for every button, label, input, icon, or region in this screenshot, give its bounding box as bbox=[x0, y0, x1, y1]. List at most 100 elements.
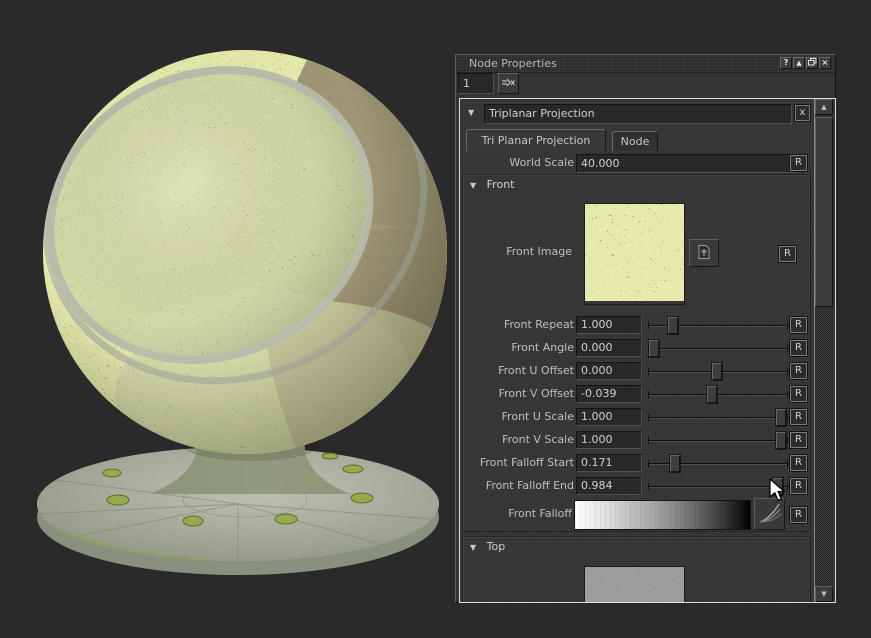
front-falloff-start-input[interactable]: 0.171 bbox=[576, 454, 642, 472]
front-repeat-slider-handle[interactable] bbox=[668, 317, 678, 334]
front-angle-reset-button[interactable]: R bbox=[790, 340, 807, 356]
grass-texture bbox=[585, 204, 684, 301]
tab-tri-planar-projection[interactable]: Tri Planar Projection bbox=[466, 129, 606, 151]
front-falloff-end-slider[interactable] bbox=[648, 476, 788, 497]
front-falloff-end-row: Front Falloff End 0.984 R bbox=[462, 476, 811, 498]
front-u-scale-reset-button[interactable]: R bbox=[790, 409, 807, 425]
front-angle-slider[interactable] bbox=[648, 338, 788, 359]
front-u-offset-reset-button[interactable]: R bbox=[790, 363, 807, 379]
front-repeat-reset-button[interactable]: R bbox=[790, 317, 807, 333]
front-v-offset-row: Front V Offset -0.039 R bbox=[462, 384, 811, 406]
world-scale-label: World Scale bbox=[462, 156, 574, 169]
detach-button[interactable] bbox=[498, 73, 519, 94]
window-titlebar[interactable]: Node Properties ? ▲ × bbox=[456, 55, 835, 73]
front-image-label: Front Image bbox=[460, 245, 572, 258]
window-controls: ? ▲ × bbox=[780, 57, 831, 69]
front-angle-slider-handle[interactable] bbox=[649, 340, 659, 357]
front-angle-input[interactable]: 0.000 bbox=[576, 339, 642, 357]
app-viewport: Node Properties ? ▲ × 1 bbox=[0, 0, 871, 638]
preview-count-input[interactable]: 1 bbox=[458, 73, 494, 94]
front-v-scale-row: Front V Scale 1.000 R bbox=[462, 430, 811, 452]
front-v-scale-slider-handle[interactable] bbox=[776, 432, 786, 449]
node-properties-window: Node Properties ? ▲ × 1 bbox=[455, 54, 836, 603]
restore-windows-icon bbox=[808, 58, 817, 66]
window-title: Node Properties bbox=[469, 57, 557, 70]
front-image-reset-button[interactable]: R bbox=[779, 246, 796, 262]
front-repeat-input[interactable]: 1.000 bbox=[576, 316, 642, 334]
front-repeat-row: Front Repeat 1.000 R bbox=[462, 315, 811, 337]
front-v-offset-reset-button[interactable]: R bbox=[790, 386, 807, 402]
curve-edit-icon bbox=[758, 501, 782, 525]
stone-texture bbox=[585, 567, 684, 602]
front-falloff-end-reset-button[interactable]: R bbox=[790, 478, 807, 494]
front-u-offset-input[interactable]: 0.000 bbox=[576, 362, 642, 380]
front-falloff-end-input[interactable]: 0.984 bbox=[576, 477, 642, 495]
world-scale-row: World Scale 40.000 R bbox=[462, 153, 811, 174]
front-u-scale-label: Front U Scale bbox=[462, 410, 574, 423]
front-falloff-gradient[interactable] bbox=[574, 500, 751, 530]
front-v-offset-slider-handle[interactable] bbox=[707, 386, 717, 403]
world-scale-reset-button[interactable]: R bbox=[790, 155, 807, 171]
scrollbar-thumb[interactable] bbox=[815, 117, 833, 307]
panel-tabs: Tri Planar Projection Node bbox=[466, 129, 658, 151]
load-image-icon bbox=[696, 244, 712, 260]
node-panel: ▼ Triplanar Projection x Tri Planar Proj… bbox=[460, 99, 814, 602]
front-v-offset-slider[interactable] bbox=[648, 384, 788, 405]
scroll-down-button[interactable]: ▼ bbox=[815, 586, 833, 602]
front-u-offset-row: Front U Offset 0.000 R bbox=[462, 361, 811, 383]
load-image-button[interactable] bbox=[689, 239, 719, 267]
front-u-scale-row: Front U Scale 1.000 R bbox=[462, 407, 811, 429]
mouse-cursor bbox=[769, 478, 789, 504]
tab-node[interactable]: Node bbox=[612, 131, 658, 151]
collapse-front-icon[interactable]: ▼ bbox=[470, 181, 476, 190]
remove-node-button[interactable]: x bbox=[795, 105, 810, 121]
arrow-x-icon bbox=[502, 78, 515, 88]
top-image-thumbnail[interactable] bbox=[584, 566, 685, 602]
front-falloff-start-reset-button[interactable]: R bbox=[790, 455, 807, 471]
front-falloff-label: Front Falloff bbox=[460, 507, 572, 520]
front-u-scale-slider[interactable] bbox=[648, 407, 788, 428]
node-title: Triplanar Projection bbox=[489, 107, 595, 120]
front-u-offset-slider-handle[interactable] bbox=[712, 363, 722, 380]
top-section-title: Top bbox=[487, 540, 506, 553]
front-falloff-end-label: Front Falloff End bbox=[462, 479, 574, 492]
front-section-title: Front bbox=[487, 178, 515, 191]
restore-button[interactable] bbox=[806, 57, 818, 69]
rollup-button[interactable]: ▲ bbox=[793, 57, 805, 69]
front-falloff-start-row: Front Falloff Start 0.171 R bbox=[462, 453, 811, 475]
front-u-offset-slider[interactable] bbox=[648, 361, 788, 382]
node-properties-pane: ▼ Triplanar Projection x Tri Planar Proj… bbox=[459, 98, 836, 603]
front-image-thumbnail[interactable] bbox=[584, 203, 685, 305]
world-scale-input[interactable]: 40.000 bbox=[576, 154, 797, 173]
close-window-button[interactable]: × bbox=[819, 57, 831, 69]
vertical-scrollbar[interactable]: ▲ ▼ bbox=[814, 99, 833, 602]
front-v-scale-slider[interactable] bbox=[648, 430, 788, 451]
front-angle-label: Front Angle bbox=[462, 341, 574, 354]
front-v-scale-reset-button[interactable]: R bbox=[790, 432, 807, 448]
front-angle-row: Front Angle 0.000 R bbox=[462, 338, 811, 360]
front-v-offset-input[interactable]: -0.039 bbox=[576, 385, 642, 403]
help-button[interactable]: ? bbox=[780, 57, 792, 69]
preview-count-value: 1 bbox=[463, 77, 470, 90]
collapse-top-icon[interactable]: ▼ bbox=[470, 543, 476, 552]
top-section-header[interactable]: ▼ Top bbox=[470, 540, 505, 553]
material-preview-sphere bbox=[0, 0, 455, 638]
node-header: ▼ Triplanar Projection x bbox=[462, 104, 811, 125]
scroll-up-button[interactable]: ▲ bbox=[815, 99, 833, 115]
front-falloff-start-slider[interactable] bbox=[648, 453, 788, 474]
front-v-scale-label: Front V Scale bbox=[462, 433, 574, 446]
front-falloff-start-label: Front Falloff Start bbox=[462, 456, 574, 469]
world-scale-value: 40.000 bbox=[581, 157, 620, 170]
front-falloff-reset-button[interactable]: R bbox=[790, 507, 807, 523]
front-u-offset-label: Front U Offset bbox=[462, 364, 574, 377]
front-u-scale-input[interactable]: 1.000 bbox=[576, 408, 642, 426]
collapse-node-icon[interactable]: ▼ bbox=[468, 108, 474, 117]
node-title-field[interactable]: Triplanar Projection bbox=[484, 104, 792, 124]
front-repeat-label: Front Repeat bbox=[462, 318, 574, 331]
front-section-header[interactable]: ▼ Front bbox=[470, 178, 514, 191]
front-v-offset-label: Front V Offset bbox=[462, 387, 574, 400]
front-repeat-slider[interactable] bbox=[648, 315, 788, 336]
front-u-scale-slider-handle[interactable] bbox=[776, 409, 786, 426]
front-falloff-start-slider-handle[interactable] bbox=[670, 455, 680, 472]
front-v-scale-input[interactable]: 1.000 bbox=[576, 431, 642, 449]
